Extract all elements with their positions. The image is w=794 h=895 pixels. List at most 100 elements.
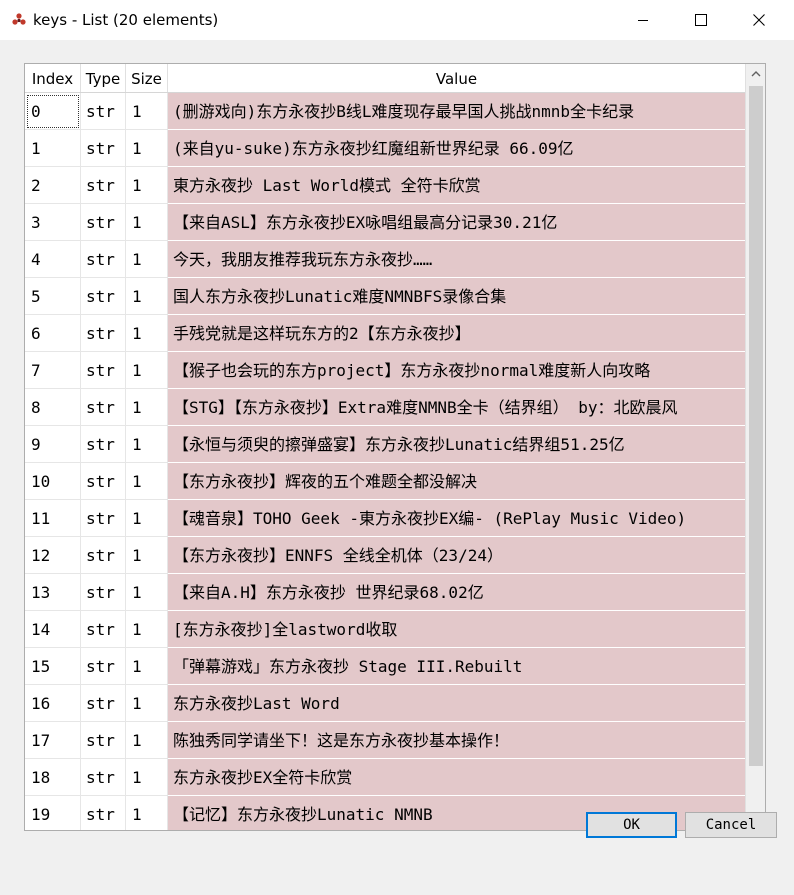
type-cell[interactable]: str [81, 574, 126, 611]
table-row[interactable]: 0 str 1 (删游戏向)东方永夜抄B线L难度现存最早国人挑战nmnb全卡纪录 [25, 93, 745, 130]
size-cell[interactable]: 1 [126, 537, 168, 574]
table-row[interactable]: 10 str 1 【东方永夜抄】辉夜的五个难题全都没解决 [25, 463, 745, 500]
type-cell[interactable]: str [81, 278, 126, 315]
size-cell[interactable]: 1 [126, 685, 168, 722]
value-cell[interactable]: 东方永夜抄Last Word [168, 685, 745, 722]
value-cell[interactable]: 【来自ASL】东方永夜抄EX咏唱组最高分记录30.21亿 [168, 204, 745, 241]
index-cell[interactable]: 1 [25, 130, 81, 167]
index-cell[interactable]: 3 [25, 204, 81, 241]
table-row[interactable]: 8 str 1 【STG】【东方永夜抄】Extra难度NMNB全卡（结界组） by：北… [25, 389, 745, 426]
type-cell[interactable]: str [81, 722, 126, 759]
table-row[interactable]: 16 str 1 东方永夜抄Last Word [25, 685, 745, 722]
value-cell[interactable]: 国人东方永夜抄Lunatic难度NMNBFS录像合集 [168, 278, 745, 315]
index-cell[interactable]: 0 [25, 93, 81, 130]
type-cell[interactable]: str [81, 167, 126, 204]
value-cell[interactable]: 陈独秀同学请坐下！这是东方永夜抄基本操作！ [168, 722, 745, 759]
minimize-button[interactable] [614, 0, 672, 40]
type-cell[interactable]: str [81, 500, 126, 537]
cancel-button[interactable]: Cancel [685, 812, 777, 838]
close-button[interactable] [730, 0, 788, 40]
index-cell[interactable]: 17 [25, 722, 81, 759]
size-cell[interactable]: 1 [126, 722, 168, 759]
value-cell[interactable]: [东方永夜抄]全lastword收取 [168, 611, 745, 648]
column-header-size[interactable]: Size [126, 64, 168, 92]
size-cell[interactable]: 1 [126, 241, 168, 278]
index-cell[interactable]: 2 [25, 167, 81, 204]
size-cell[interactable]: 1 [126, 93, 168, 130]
type-cell[interactable]: str [81, 463, 126, 500]
column-header-type[interactable]: Type [81, 64, 126, 92]
size-cell[interactable]: 1 [126, 574, 168, 611]
type-cell[interactable]: str [81, 93, 126, 130]
value-cell[interactable]: (来自yu-suke)东方永夜抄红魔组新世界纪录 66.09亿 [168, 130, 745, 167]
size-cell[interactable]: 1 [126, 759, 168, 796]
table-row[interactable]: 9 str 1 【永恒与须臾的擦弹盛宴】东方永夜抄Lunatic结界组51.25亿 [25, 426, 745, 463]
index-cell[interactable]: 7 [25, 352, 81, 389]
type-cell[interactable]: str [81, 685, 126, 722]
table-row[interactable]: 4 str 1 今天，我朋友推荐我玩东方永夜抄…… [25, 241, 745, 278]
type-cell[interactable]: str [81, 759, 126, 796]
value-cell[interactable]: 「弹幕游戏」东方永夜抄 Stage III.Rebuilt [168, 648, 745, 685]
table-row[interactable]: 7 str 1 【猴子也会玩的东方project】东方永夜抄normal难度新人向攻略 [25, 352, 745, 389]
table-row[interactable]: 13 str 1 【来自A.H】东方永夜抄 世界纪录68.02亿 [25, 574, 745, 611]
table-row[interactable]: 18 str 1 东方永夜抄EX全符卡欣赏 [25, 759, 745, 796]
value-cell[interactable]: 東方永夜抄 Last World模式 全符卡欣赏 [168, 167, 745, 204]
type-cell[interactable]: str [81, 352, 126, 389]
size-cell[interactable]: 1 [126, 426, 168, 463]
index-cell[interactable]: 15 [25, 648, 81, 685]
list-table[interactable]: ^ Index Type Size Value 0 str 1 (删游戏向)东方永夜抄… [24, 63, 766, 831]
index-cell[interactable]: 4 [25, 241, 81, 278]
size-cell[interactable]: 1 [126, 204, 168, 241]
value-cell[interactable]: 【来自A.H】东方永夜抄 世界纪录68.02亿 [168, 574, 745, 611]
size-cell[interactable]: 1 [126, 167, 168, 204]
value-cell[interactable]: 今天，我朋友推荐我玩东方永夜抄…… [168, 241, 745, 278]
size-cell[interactable]: 1 [126, 796, 168, 830]
table-row[interactable]: 17 str 1 陈独秀同学请坐下！这是东方永夜抄基本操作！ [25, 722, 745, 759]
size-cell[interactable]: 1 [126, 611, 168, 648]
type-cell[interactable]: str [81, 315, 126, 352]
index-cell[interactable]: 18 [25, 759, 81, 796]
index-cell[interactable]: 12 [25, 537, 81, 574]
type-cell[interactable]: str [81, 537, 126, 574]
index-cell[interactable]: 5 [25, 278, 81, 315]
index-cell[interactable]: 13 [25, 574, 81, 611]
table-row[interactable]: 5 str 1 国人东方永夜抄Lunatic难度NMNBFS录像合集 [25, 278, 745, 315]
size-cell[interactable]: 1 [126, 500, 168, 537]
size-cell[interactable]: 1 [126, 315, 168, 352]
value-cell[interactable]: 【魂音泉】TOHO Geek -東方永夜抄EX编- (RePlay Music … [168, 500, 745, 537]
size-cell[interactable]: 1 [126, 352, 168, 389]
value-cell[interactable]: 手残党就是这样玩东方的2【东方永夜抄】 [168, 315, 745, 352]
index-cell[interactable]: 6 [25, 315, 81, 352]
scroll-up-button[interactable] [746, 64, 765, 84]
ok-button[interactable]: OK [586, 812, 677, 838]
index-cell[interactable]: 16 [25, 685, 81, 722]
value-cell[interactable]: 【猴子也会玩的东方project】东方永夜抄normal难度新人向攻略 [168, 352, 745, 389]
type-cell[interactable]: str [81, 130, 126, 167]
index-cell[interactable]: 14 [25, 611, 81, 648]
value-cell[interactable]: (删游戏向)东方永夜抄B线L难度现存最早国人挑战nmnb全卡纪录 [168, 93, 745, 130]
type-cell[interactable]: str [81, 796, 126, 830]
type-cell[interactable]: str [81, 426, 126, 463]
type-cell[interactable]: str [81, 389, 126, 426]
index-cell[interactable]: 11 [25, 500, 81, 537]
table-row[interactable]: 11 str 1 【魂音泉】TOHO Geek -東方永夜抄EX编- (RePlay … [25, 500, 745, 537]
table-row[interactable]: 3 str 1 【来自ASL】东方永夜抄EX咏唱组最高分记录30.21亿 [25, 204, 745, 241]
type-cell[interactable]: str [81, 611, 126, 648]
type-cell[interactable]: str [81, 648, 126, 685]
type-cell[interactable]: str [81, 241, 126, 278]
size-cell[interactable]: 1 [126, 389, 168, 426]
table-row[interactable]: 15 str 1 「弹幕游戏」东方永夜抄 Stage III.Rebuilt [25, 648, 745, 685]
index-cell[interactable]: 19 [25, 796, 81, 830]
maximize-button[interactable] [672, 0, 730, 40]
value-cell[interactable]: 【东方永夜抄】ENNFS 全线全机体（23/24） [168, 537, 745, 574]
table-row[interactable]: 12 str 1 【东方永夜抄】ENNFS 全线全机体（23/24） [25, 537, 745, 574]
table-row[interactable]: 6 str 1 手残党就是这样玩东方的2【东方永夜抄】 [25, 315, 745, 352]
scroll-thumb[interactable] [749, 86, 763, 766]
size-cell[interactable]: 1 [126, 463, 168, 500]
value-cell[interactable]: 【东方永夜抄】辉夜的五个难题全都没解决 [168, 463, 745, 500]
value-cell[interactable]: 【STG】【东方永夜抄】Extra难度NMNB全卡（结界组） by：北欧晨风 [168, 389, 745, 426]
table-row[interactable]: 1 str 1 (来自yu-suke)东方永夜抄红魔组新世界纪录 66.09亿 [25, 130, 745, 167]
value-cell[interactable]: 东方永夜抄EX全符卡欣赏 [168, 759, 745, 796]
size-cell[interactable]: 1 [126, 130, 168, 167]
index-cell[interactable]: 9 [25, 426, 81, 463]
